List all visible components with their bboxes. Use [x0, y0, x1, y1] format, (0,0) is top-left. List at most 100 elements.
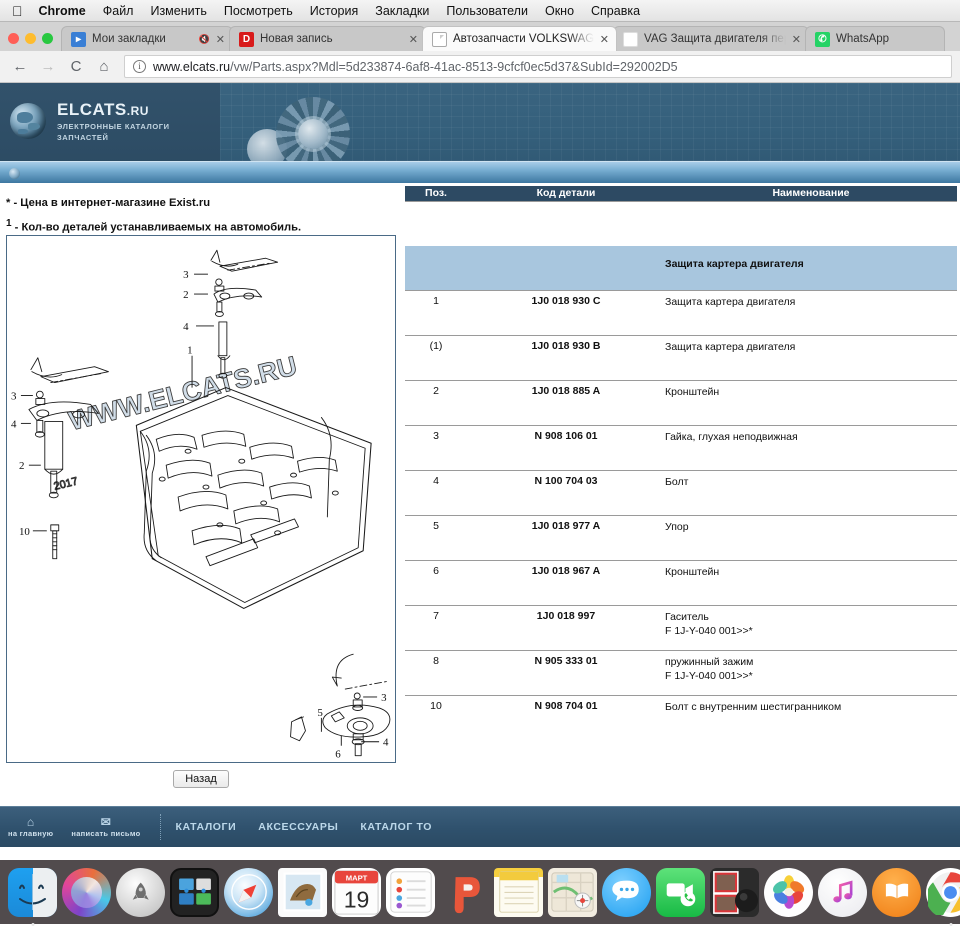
tab-title: VAG Защита двигателя перед	[644, 33, 786, 45]
row-position: 3	[405, 425, 467, 470]
row-part-code[interactable]: N 908 106 01	[467, 425, 665, 470]
row-part-code[interactable]: 1J0 018 977 A	[467, 515, 665, 560]
table-section-row: Защита картера двигателя	[405, 246, 957, 290]
footer-link-service-catalog[interactable]: КАТАЛОГ ТО	[360, 821, 432, 833]
footer-home-link[interactable]: ⌂ на главную	[8, 816, 53, 838]
footer-mail-link[interactable]: ✉ написать письмо	[71, 816, 140, 838]
tab-title: Автозапчасти VOLKSWAGEN	[453, 33, 594, 45]
row-name: ГасительF 1J-Y-040 001>>*	[665, 605, 957, 650]
row-part-code[interactable]: 1J0 018 930 B	[467, 335, 665, 380]
open-book-icon	[880, 875, 914, 909]
svg-text:6: 6	[335, 749, 341, 761]
banner-bullet-icon[interactable]	[9, 168, 20, 179]
dock-item-notes[interactable]	[494, 868, 543, 917]
dock-item-itunes[interactable]	[818, 868, 867, 917]
dock-item-photo-booth[interactable]	[710, 868, 759, 917]
address-bar[interactable]: i www.elcats.ru/vw/Parts.aspx?Mdl=5d2338…	[124, 55, 952, 78]
svg-text:3: 3	[11, 391, 17, 403]
tab-close-icon[interactable]: ✕	[216, 33, 225, 46]
home-icon[interactable]: ⌂	[92, 55, 116, 79]
menu-item-chrome[interactable]: Chrome	[39, 4, 86, 18]
browser-toolbar: ← → C ⌂ i www.elcats.ru/vw/Parts.aspx?Md…	[0, 51, 960, 83]
menu-item-file[interactable]: Файл	[103, 4, 134, 18]
menu-item-history[interactable]: История	[310, 4, 358, 18]
column-header-position[interactable]: Поз.	[405, 186, 467, 201]
dock-item-messages[interactable]	[602, 868, 651, 917]
table-row[interactable]: 10 N 908 704 01 Болт с внутренним шестиг…	[405, 695, 957, 740]
tab-vag-engine-protection[interactable]: ҽ VAG Защита двигателя перед ✕	[613, 26, 809, 51]
apple-logo-icon[interactable]: 	[12, 4, 23, 18]
reload-icon[interactable]: C	[64, 55, 88, 79]
row-part-code[interactable]: 1J0 018 930 C	[467, 290, 665, 335]
maximize-window-button[interactable]	[42, 33, 53, 44]
mute-icon[interactable]: 🔇	[199, 34, 210, 45]
table-row[interactable]: 4 N 100 704 03 Болт	[405, 470, 957, 515]
banner-bottom-strip	[0, 161, 960, 183]
dock-item-mission-control[interactable]	[170, 868, 219, 917]
dock-item-ibooks[interactable]	[872, 868, 921, 917]
dock-item-safari[interactable]	[224, 868, 273, 917]
menu-item-window[interactable]: Окно	[545, 4, 574, 18]
table-row[interactable]: 6 1J0 018 967 A Кронштейн	[405, 560, 957, 605]
dock-item-reminders[interactable]	[386, 868, 435, 917]
dock-item-finder[interactable]	[8, 868, 57, 917]
menu-item-people[interactable]: Пользователи	[446, 4, 528, 18]
row-name: пружинный зажимF 1J-Y-040 001>>*	[665, 650, 957, 695]
table-row[interactable]: 2 1J0 018 885 A Кронштейн	[405, 380, 957, 425]
back-button[interactable]: Назад	[173, 770, 229, 788]
tab-title: Новая запись	[260, 33, 403, 45]
column-header-name[interactable]: Наименование	[665, 186, 957, 201]
finder-face-icon	[8, 868, 57, 917]
back-icon[interactable]: ←	[8, 55, 32, 79]
dock-item-chrome[interactable]	[926, 868, 960, 917]
footer-link-accessories[interactable]: АКСЕССУАРЫ	[258, 821, 338, 833]
dock-item-p-app[interactable]	[440, 868, 489, 917]
row-part-code[interactable]: 1J0 018 967 A	[467, 560, 665, 605]
dock-item-mail[interactable]	[278, 868, 327, 917]
tab-close-icon[interactable]: ✕	[792, 33, 801, 46]
tab-strip: ▸ Мои закладки 🔇 ✕ D Новая запись ✕ Авто…	[0, 22, 960, 51]
footer-link-catalogs[interactable]: КАТАЛОГИ	[175, 821, 236, 833]
tab-new-entry[interactable]: D Новая запись ✕	[229, 26, 426, 51]
menu-item-view[interactable]: Посмотреть	[224, 4, 293, 18]
svg-text:3: 3	[183, 269, 189, 281]
dock-item-maps[interactable]	[548, 868, 597, 917]
close-window-button[interactable]	[8, 33, 19, 44]
tab-autoparts-volkswagen[interactable]: Автозапчасти VOLKSWAGEN ✕	[422, 26, 617, 51]
dock-item-launchpad[interactable]	[116, 868, 165, 917]
table-row[interactable]: 8 N 905 333 01 пружинный зажимF 1J-Y-040…	[405, 650, 957, 695]
row-name: Защита картера двигателя	[665, 335, 957, 380]
tab-close-icon[interactable]: ✕	[409, 33, 418, 46]
menu-item-bookmarks[interactable]: Закладки	[375, 4, 429, 18]
tab-bookmarks[interactable]: ▸ Мои закладки 🔇 ✕	[61, 26, 233, 51]
calendar-icon: МАРТ 19	[333, 869, 380, 916]
row-position: 6	[405, 560, 467, 605]
row-part-code[interactable]: N 905 333 01	[467, 650, 665, 695]
table-row[interactable]: 5 1J0 018 977 A Упор	[405, 515, 957, 560]
site-info-icon[interactable]: i	[133, 60, 146, 73]
minimize-window-button[interactable]	[25, 33, 36, 44]
row-part-code[interactable]: 1J0 018 997	[467, 605, 665, 650]
mission-control-icon	[175, 872, 215, 912]
tab-whatsapp[interactable]: ✆ WhatsApp	[805, 26, 945, 51]
column-header-part-code[interactable]: Код детали	[467, 186, 665, 201]
table-row[interactable]: (1) 1J0 018 930 B Защита картера двигате…	[405, 335, 957, 380]
dock-item-photos[interactable]	[764, 868, 813, 917]
parts-diagram-panel[interactable]: WWW.ELCATS.RU 2017	[6, 235, 396, 763]
row-part-code[interactable]: 1J0 018 885 A	[467, 380, 665, 425]
row-part-code[interactable]: N 100 704 03	[467, 470, 665, 515]
dock-item-facetime[interactable]	[656, 868, 705, 917]
menu-item-edit[interactable]: Изменить	[150, 4, 206, 18]
row-part-code[interactable]: N 908 704 01	[467, 695, 665, 740]
table-row[interactable]: 7 1J0 018 997 ГасительF 1J-Y-040 001>>*	[405, 605, 957, 650]
tab-close-icon[interactable]: ✕	[600, 33, 609, 46]
table-row[interactable]: 3 N 908 106 01 Гайка, глухая неподвижная	[405, 425, 957, 470]
dock-item-siri[interactable]	[62, 868, 111, 917]
web-page: ELCATS.RU ЭЛЕКТРОННЫЕ КАТАЛОГИЗАПЧАСТЕЙ …	[0, 83, 960, 847]
dock-item-calendar[interactable]: МАРТ 19	[332, 868, 381, 917]
globe-icon	[10, 103, 46, 139]
forward-icon[interactable]: →	[36, 55, 60, 79]
menu-item-help[interactable]: Справка	[591, 4, 640, 18]
dzen-icon: D	[239, 32, 254, 47]
table-row[interactable]: 1 1J0 018 930 C Защита картера двигателя	[405, 290, 957, 335]
